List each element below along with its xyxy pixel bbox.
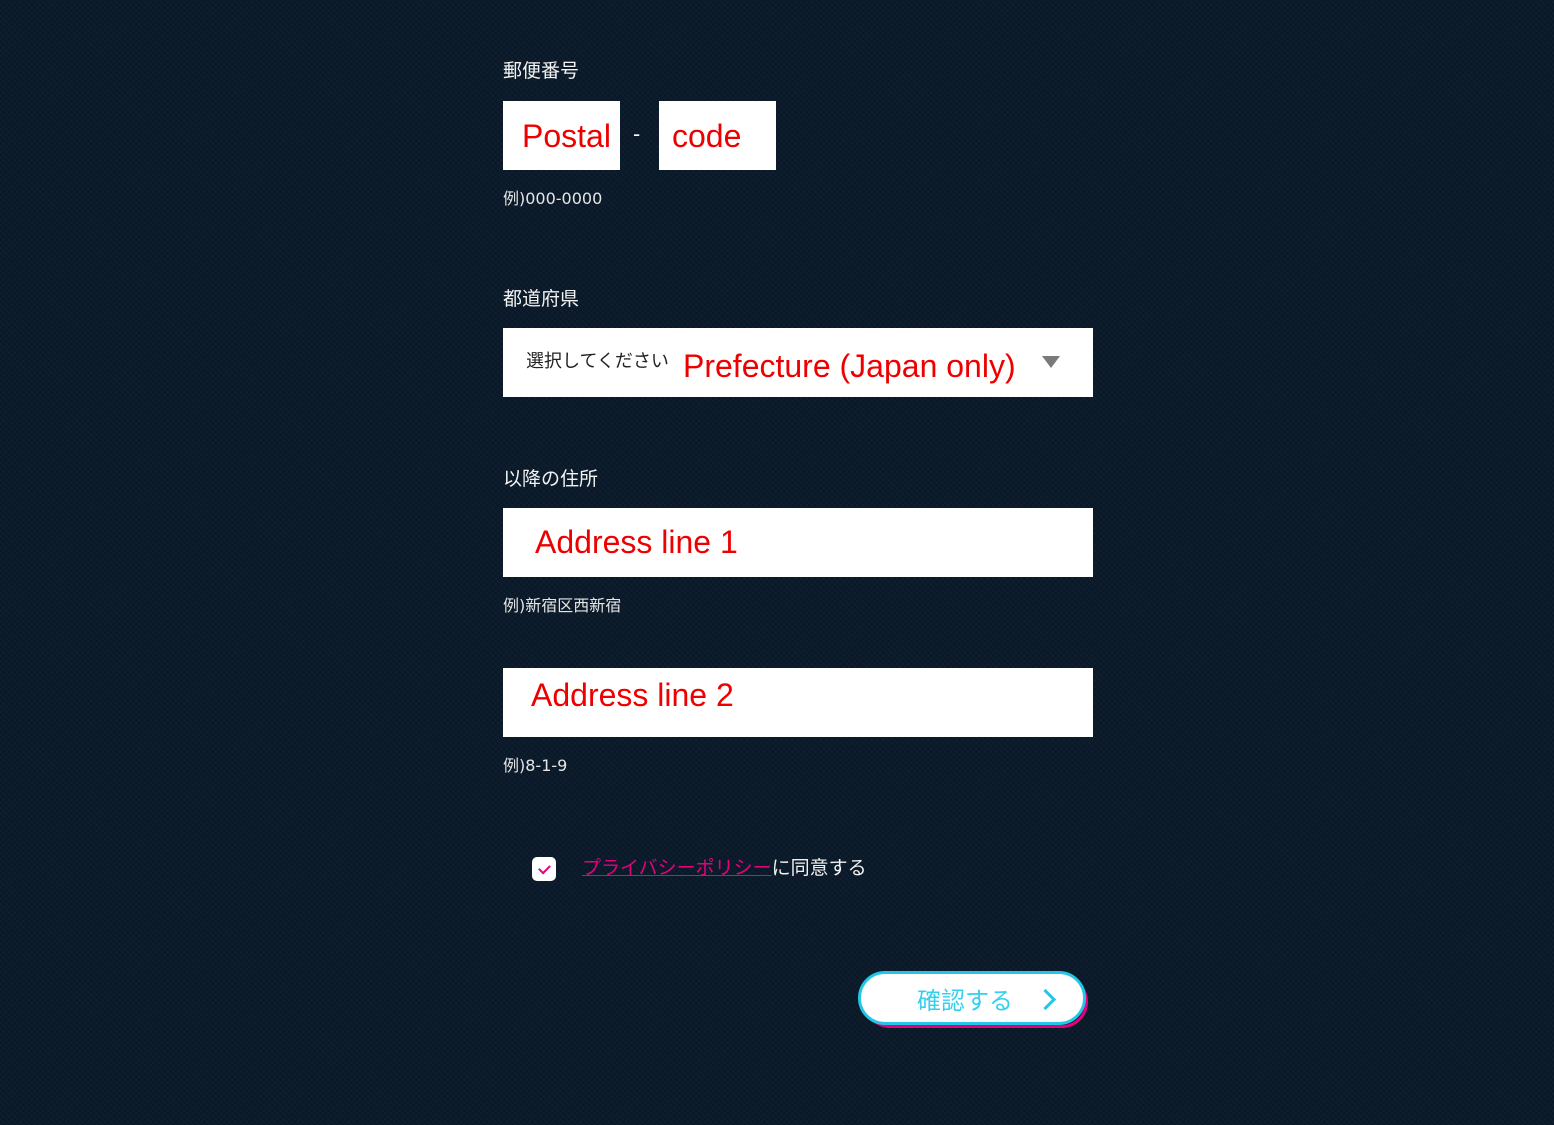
address-line-1-hint: 例)新宿区西新宿 <box>503 596 622 615</box>
privacy-agree-text: プライバシーポリシー に同意する <box>582 859 867 878</box>
prefecture-label: 都道府県 <box>503 288 580 310</box>
prefecture-select-placeholder: 選択してください <box>526 351 669 372</box>
address-line-2-value: Address line 2 <box>531 677 734 713</box>
checkmark-icon <box>537 861 551 874</box>
address-label: 以降の住所 <box>503 468 599 490</box>
postal-code-hint: 例)000-0000 <box>503 189 603 208</box>
postal-code-first-input[interactable]: Postal <box>503 101 620 170</box>
confirm-button-wrapper: 確認する <box>858 971 1088 1028</box>
address-line-1-input[interactable]: Address line 1 <box>503 508 1093 577</box>
chevron-right-icon <box>1034 988 1057 1011</box>
address-line-1-value: Address line 1 <box>535 524 738 560</box>
confirm-button-label: 確認する <box>917 986 1013 1015</box>
prefecture-select-value: Prefecture (Japan only) <box>683 348 1016 384</box>
triangle-down-icon <box>1042 356 1060 368</box>
privacy-agree-suffix: に同意する <box>771 857 867 879</box>
privacy-agree-checkbox[interactable] <box>532 857 556 881</box>
postal-code-first-value: Postal <box>522 118 611 154</box>
postal-code-label: 郵便番号 <box>503 60 580 82</box>
confirm-button[interactable]: 確認する <box>858 971 1086 1025</box>
postal-code-second-value: code <box>672 118 742 154</box>
address-line-2-hint: 例)8-1-9 <box>503 756 568 775</box>
address-line-2-input[interactable]: Address line 2 <box>503 668 1093 737</box>
postal-code-separator: - <box>633 122 641 146</box>
postal-code-second-input[interactable]: code <box>659 101 776 170</box>
prefecture-select[interactable]: 選択してください Prefecture (Japan only) <box>503 328 1093 397</box>
privacy-policy-link[interactable]: プライバシーポリシー <box>582 859 772 878</box>
